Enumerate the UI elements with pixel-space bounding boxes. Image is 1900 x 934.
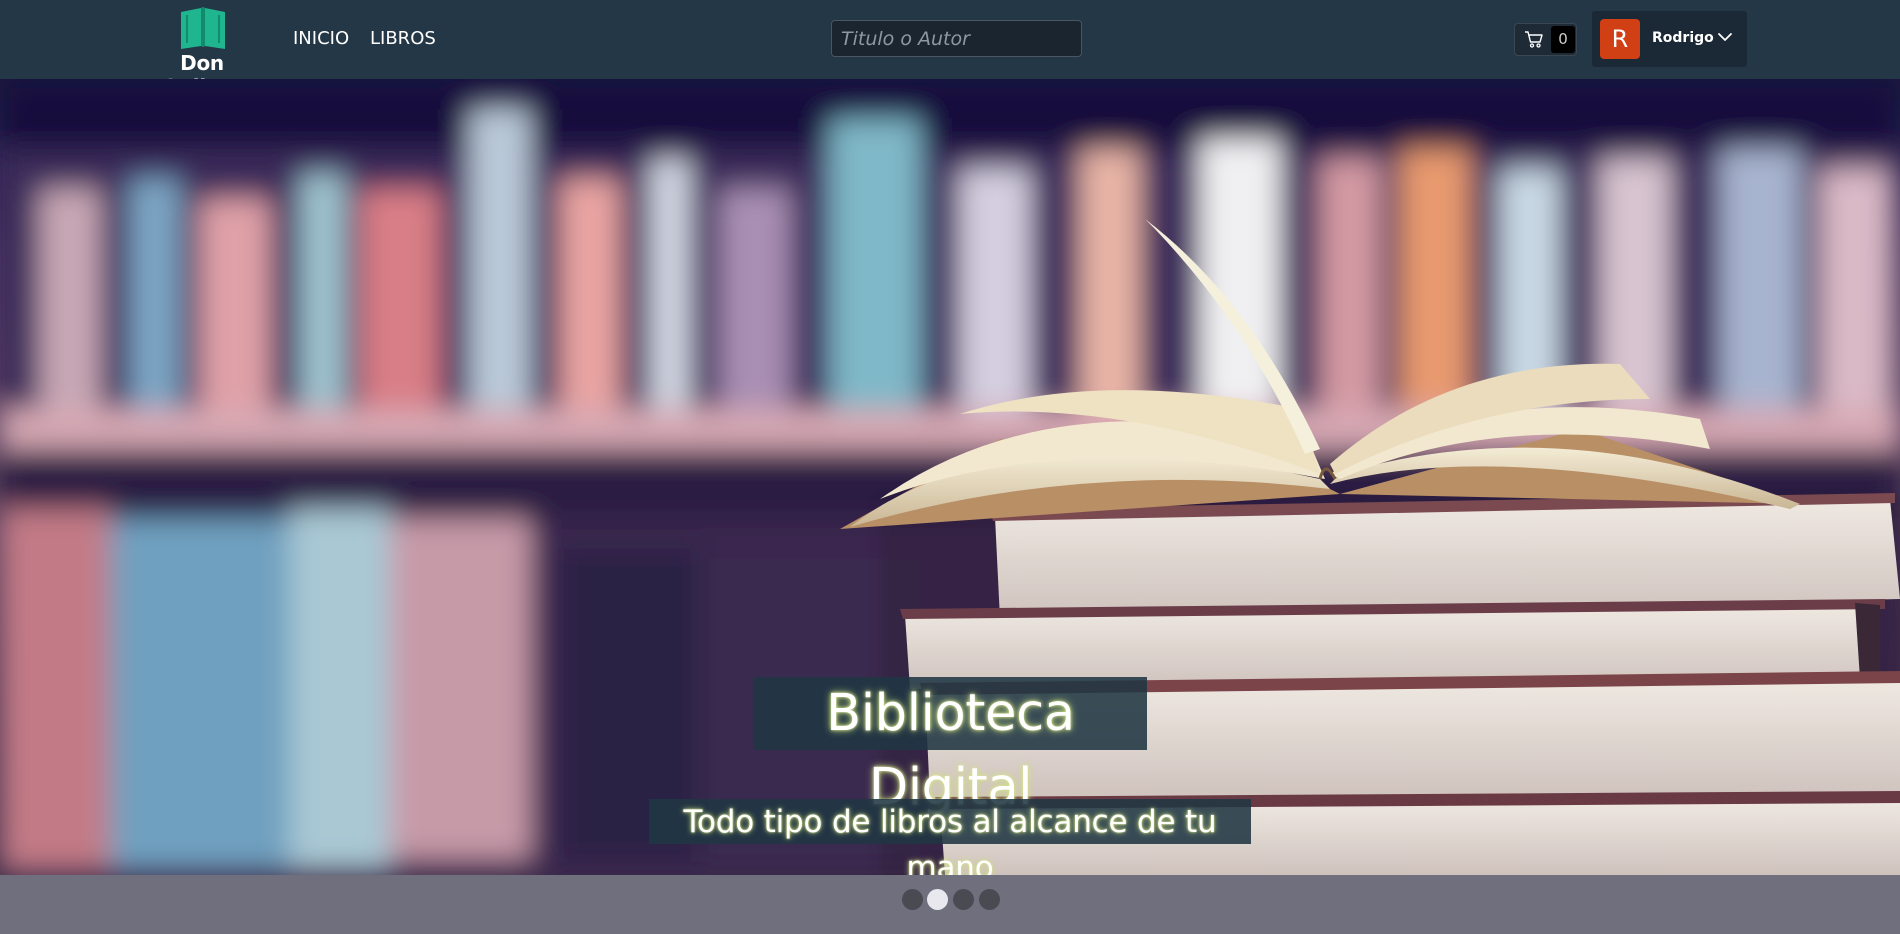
nav-libros-link[interactable]: LIBROS [370,28,436,49]
avatar: R [1600,19,1640,59]
carousel-indicator-3[interactable] [953,889,974,910]
search-form [831,20,1082,57]
hero-carousel[interactable]: Biblioteca Digital Todo tipo de libros a… [0,79,1900,875]
navbar: Don Quijote INICIO LIBROS 0 R Rodrigo [0,0,1900,99]
carousel-indicator-2[interactable] [927,889,948,910]
cart-icon [1525,31,1543,48]
carousel-indicator-1[interactable] [902,889,923,910]
open-book-icon [181,7,225,49]
carousel-subtitle: Todo tipo de libros al alcance de tu man… [649,799,1251,875]
carousel-title: Biblioteca Digital [754,677,1147,817]
cart-button[interactable]: 0 [1514,23,1577,56]
search-input[interactable] [832,21,1081,56]
cart-count-badge: 0 [1551,26,1575,53]
user-name: Rodrigo [1652,30,1714,46]
carousel-indicators [0,875,1900,934]
brand-link[interactable]: Don Quijote [140,4,264,99]
carousel-indicator-4[interactable] [979,889,1000,910]
nav-inicio-link[interactable]: INICIO [293,28,349,49]
user-menu-button[interactable]: R Rodrigo [1592,11,1747,67]
chevron-down-icon [1718,33,1732,41]
